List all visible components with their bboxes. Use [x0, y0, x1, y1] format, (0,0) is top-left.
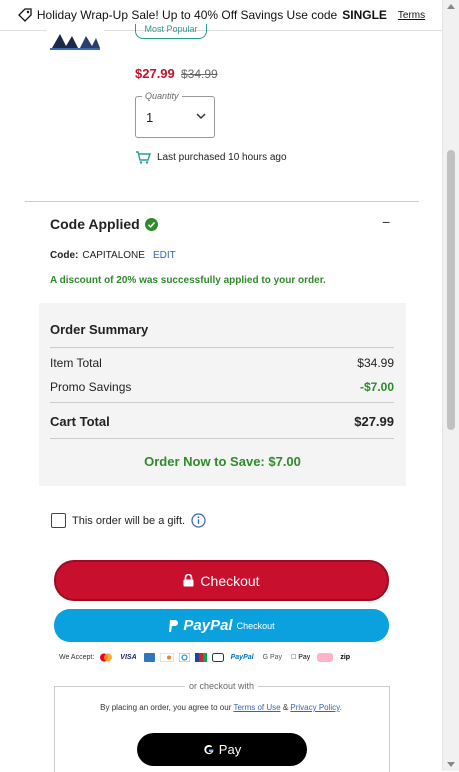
promo-savings-value: -$7.00: [359, 380, 394, 394]
discount-success-message: A discount of 20% was successfully appli…: [50, 275, 326, 286]
scroll-up-icon[interactable]: [447, 4, 455, 9]
apple-pay-icon:  Pay: [289, 653, 312, 662]
banner-terms-link[interactable]: Terms: [398, 10, 425, 21]
visa-icon: VISA: [120, 654, 137, 661]
banner-code: SINGLE: [342, 8, 387, 22]
checkout-label: Checkout: [200, 572, 260, 589]
popular-badge: Most Popular: [135, 24, 207, 39]
item-total-row: Item Total $34.99: [50, 356, 394, 370]
save-message: Order Now to Save: $7.00: [144, 454, 301, 469]
quantity-value: 1: [146, 110, 154, 125]
terms-of-use-link[interactable]: Terms of Use: [233, 703, 280, 712]
quantity-label: Quantity: [142, 91, 182, 101]
terms-agreement: By placing an order, you agree to our Te…: [54, 703, 388, 712]
cart-total-row: Cart Total $27.99: [50, 414, 394, 429]
agree-period: .: [339, 703, 342, 712]
paypal-icon: [169, 619, 179, 632]
gift-checkbox[interactable]: [51, 513, 66, 528]
product-thumbnail[interactable]: [46, 30, 104, 52]
cart-total-value: $27.99: [354, 414, 394, 429]
scrollbar-thumb[interactable]: [447, 150, 455, 430]
chevron-down-icon: [196, 113, 206, 120]
promo-code-line: Code: CAPITALONE EDIT: [50, 250, 176, 261]
google-pay-button[interactable]: Pay: [137, 733, 307, 766]
paypal-small-icon: PayPal: [230, 654, 254, 661]
tag-icon: [17, 8, 32, 22]
paypal-brand: PayPal: [183, 617, 233, 634]
check-circle-icon: [144, 217, 158, 231]
collapse-icon[interactable]: −: [382, 214, 390, 230]
sale-price: $27.99: [135, 66, 175, 81]
google-g-icon: [204, 744, 214, 754]
scroll-down-icon[interactable]: [447, 762, 455, 767]
cart-total-label: Cart Total: [50, 414, 110, 429]
jcb-icon: [194, 653, 207, 662]
privacy-policy-link[interactable]: Privacy Policy: [290, 703, 339, 712]
item-total-value: $34.99: [357, 356, 394, 370]
banner-text: Holiday Wrap-Up Sale! Up to 40% Off Savi…: [36, 8, 338, 22]
code-applied-title: Code Applied: [50, 216, 140, 232]
accept-label: We Accept:: [59, 654, 95, 661]
zip-icon: zip: [333, 654, 350, 661]
paypal-label: Checkout: [236, 620, 275, 631]
agree-amp: &: [282, 703, 289, 712]
klarna-icon: [317, 653, 334, 662]
gift-label: This order will be a gift.: [72, 514, 186, 527]
promo-savings-label: Promo Savings: [50, 380, 132, 394]
code-value: CAPITALONE: [82, 250, 145, 261]
accepted-payments: We Accept: VISA PayPal G Pay  Pay zip: [59, 653, 352, 662]
info-icon[interactable]: [191, 513, 206, 528]
section-divider: [25, 201, 419, 202]
original-price: $34.99: [181, 67, 218, 81]
summary-divider: [50, 347, 394, 348]
google-pay-label: Pay: [218, 742, 242, 757]
summary-divider: [50, 438, 394, 439]
or-checkout-with: or checkout with: [0, 681, 443, 691]
edit-code-link[interactable]: EDIT: [153, 250, 176, 261]
order-summary-title: Order Summary: [50, 322, 149, 337]
or-checkout-label: or checkout with: [184, 681, 259, 691]
code-label: Code:: [50, 250, 79, 261]
lock-icon: [183, 574, 194, 587]
gift-option[interactable]: This order will be a gift.: [51, 513, 206, 528]
discover-icon: [159, 653, 174, 662]
google-pay-icon: G Pay: [262, 654, 283, 661]
item-total-label: Item Total: [50, 356, 102, 370]
scrollbar[interactable]: [442, 0, 459, 771]
checkout-button[interactable]: Checkout: [54, 560, 389, 601]
last-purchased-text: Last purchased 10 hours ago: [157, 151, 287, 163]
card-icon: [211, 653, 224, 662]
promo-savings-row: Promo Savings -$7.00: [50, 380, 394, 394]
amex-icon: [143, 653, 155, 662]
summary-divider: [50, 402, 394, 403]
apple-pay-text: Pay: [291, 654, 310, 661]
code-applied-heading: Code Applied: [50, 216, 158, 232]
mastercard-icon: [100, 653, 113, 662]
last-purchased: Last purchased 10 hours ago: [135, 150, 287, 164]
promo-banner: Holiday Wrap-Up Sale! Up to 40% Off Savi…: [0, 0, 443, 31]
paypal-checkout-button[interactable]: PayPal Checkout: [54, 609, 389, 642]
cart-icon: [136, 151, 151, 164]
agree-prefix: By placing an order, you agree to our: [100, 703, 232, 712]
diners-icon: [178, 653, 190, 662]
